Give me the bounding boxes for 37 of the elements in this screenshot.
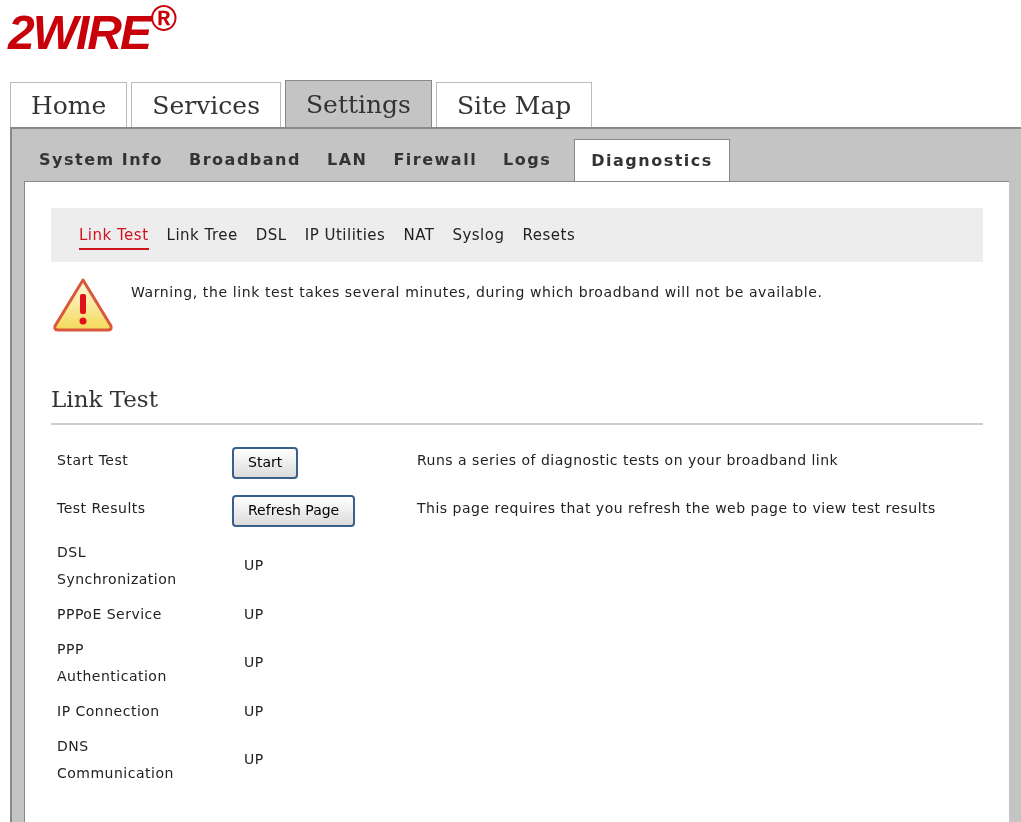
row-label: Start Test [57,450,130,470]
section-tab[interactable]: Diagnostics [574,139,730,181]
row-label: Test Results [57,498,147,518]
status-value: UP [244,604,264,624]
main-tab[interactable]: Services [131,82,281,127]
warning-icon [51,276,115,334]
status-value: UP [244,653,264,672]
status-value: UP [244,750,264,769]
main-tab[interactable]: Site Map [435,82,593,127]
sub-tab[interactable]: Resets [522,219,576,251]
row-label: DNS Communication [57,736,175,783]
row-description: Runs a series of diagnostic tests on your broadband link [417,450,840,470]
row-label: DSL Synchronization [57,542,178,589]
section-heading: Link Test [51,382,983,425]
sub-tab[interactable]: Link Tree [166,219,238,251]
row-label: IP Connection [57,701,161,721]
warning-message: Warning, the link test takes several minutes, during which broadband will not be available. [131,283,823,302]
section-tab[interactable]: LAN [317,139,377,181]
action-button[interactable]: Start [232,446,299,479]
sub-tab[interactable]: DSL [255,219,287,251]
main-tab[interactable]: Settings [285,80,432,127]
action-button[interactable]: Refresh Page [232,494,356,527]
row-label: PPPoE Service [57,604,163,624]
section-tab[interactable]: Logs [494,139,561,181]
status-value: UP [244,701,264,721]
row-description: This page requires that you refresh the web page to view test results [417,498,937,518]
section-tab[interactable]: Firewall [384,139,487,181]
row-label: PPP Authentication [57,639,168,686]
section-tab[interactable]: System Info [30,139,172,181]
sub-tab[interactable]: NAT [403,219,435,251]
main-tab[interactable]: Home [10,82,128,127]
sub-tab[interactable]: IP Utilities [304,219,386,251]
logo: 2WIRE$^{®}$ [8,2,175,61]
sub-tab[interactable]: Syslog [452,219,505,251]
sub-tab[interactable]: Link Test [79,219,149,251]
section-tab[interactable]: Broadband [180,139,310,181]
status-value: UP [244,556,264,575]
